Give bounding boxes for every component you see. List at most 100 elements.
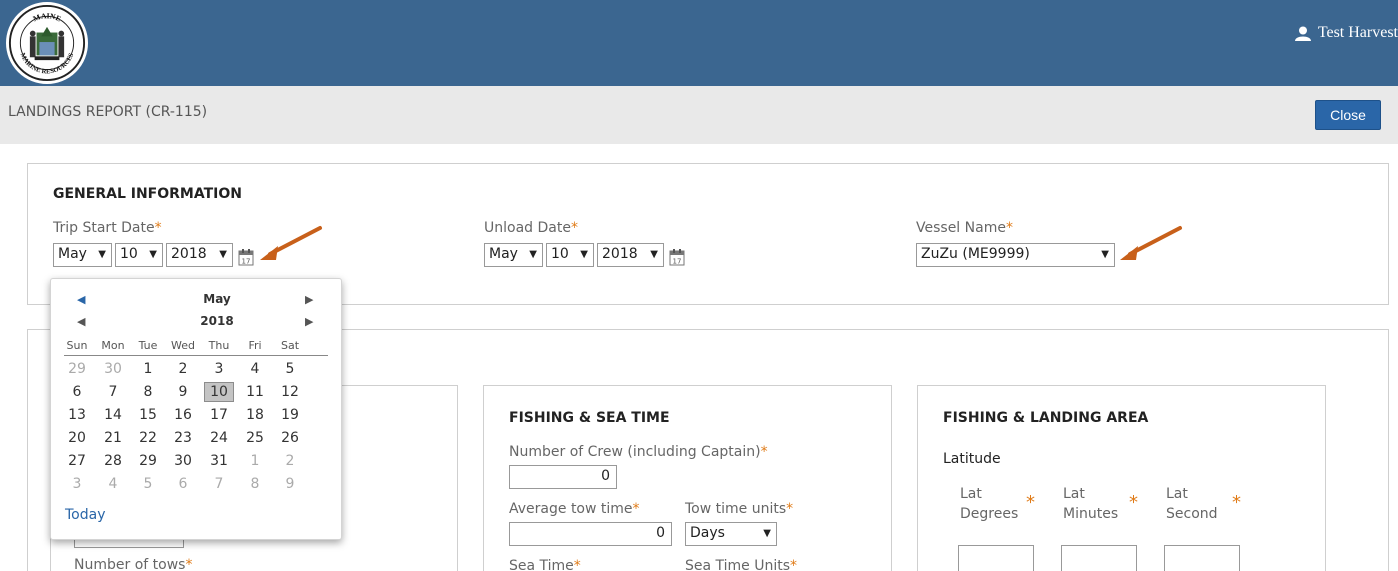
calendar-day[interactable]: 22: [133, 428, 163, 448]
trip-start-day-select[interactable]: 10 ▼: [115, 243, 163, 267]
chevron-down-icon: ▼: [1101, 249, 1109, 260]
calendar-day[interactable]: 16: [168, 405, 198, 425]
latitude-label: Latitude: [943, 451, 1001, 467]
unload-day-select[interactable]: 10 ▼: [546, 243, 594, 267]
calendar-day[interactable]: 6: [168, 474, 198, 494]
calendar-day[interactable]: 7: [204, 474, 234, 494]
close-button[interactable]: Close: [1315, 100, 1381, 130]
date-picker-popup: ◀ May ▶ ◀ 2018 ▶ Sun Mon Tue Wed Thu Fri Sat 2…: [50, 278, 342, 540]
general-information-heading: GENERAL INFORMATION: [53, 186, 242, 202]
user-menu[interactable]: Test Harvest: [1294, 24, 1398, 42]
trip-start-date-label: Trip Start Date*: [53, 220, 162, 236]
calendar-day[interactable]: 8: [133, 382, 163, 402]
calendar-day[interactable]: 27: [62, 451, 92, 471]
required-star: *: [760, 444, 768, 460]
calendar-day[interactable]: 23: [168, 428, 198, 448]
calendar-day[interactable]: 11: [240, 382, 270, 402]
calendar-day[interactable]: 26: [275, 428, 305, 448]
unload-year-select[interactable]: 2018 ▼: [597, 243, 664, 267]
calendar-day[interactable]: 28: [98, 451, 128, 471]
lat-degrees-input[interactable]: [958, 545, 1034, 571]
required-star: *: [1232, 492, 1241, 513]
calendar-day[interactable]: 18: [240, 405, 270, 425]
vessel-name-label: Vessel Name*: [916, 220, 1013, 236]
calendar-day[interactable]: 20: [62, 428, 92, 448]
calendar-icon[interactable]: 17: [238, 248, 254, 266]
calendar-day[interactable]: 17: [204, 405, 234, 425]
required-star: *: [185, 557, 193, 571]
calendar-day[interactable]: 2: [275, 451, 305, 471]
fishing-sea-time-heading: FISHING & SEA TIME: [509, 410, 670, 426]
trip-start-month-select[interactable]: May ▼: [53, 243, 112, 267]
maine-seal-logo[interactable]: MAINE MARINE RESOURCES: [6, 2, 88, 84]
unload-month-select[interactable]: May ▼: [484, 243, 543, 267]
calendar-day[interactable]: 21: [98, 428, 128, 448]
required-star: *: [790, 558, 798, 571]
calendar-day[interactable]: 25: [240, 428, 270, 448]
calendar-day[interactable]: 9: [275, 474, 305, 494]
calendar-day[interactable]: 5: [275, 359, 305, 379]
calendar-year-caption: 2018: [200, 314, 234, 328]
next-year-button[interactable]: ▶: [305, 315, 313, 328]
chevron-down-icon: ▼: [98, 249, 106, 260]
vessel-name-select[interactable]: ZuZu (ME9999) ▼: [916, 243, 1115, 267]
calendar-day[interactable]: 1: [240, 451, 270, 471]
required-star: *: [1129, 492, 1138, 513]
required-star: *: [570, 220, 578, 236]
sea-time-label: Sea Time*: [509, 558, 581, 571]
lat-minutes-input[interactable]: [1061, 545, 1137, 571]
weekday-header: Tue: [138, 339, 158, 352]
calendar-day[interactable]: 29: [133, 451, 163, 471]
tow-time-units-label: Tow time units*: [685, 501, 794, 517]
lat-minutes-label: Lat Minutes: [1063, 486, 1119, 522]
calendar-day[interactable]: 4: [98, 474, 128, 494]
calendar-day[interactable]: 5: [133, 474, 163, 494]
calendar-day[interactable]: 29: [62, 359, 92, 379]
calendar-day[interactable]: 6: [62, 382, 92, 402]
calendar-day[interactable]: 3: [62, 474, 92, 494]
page-title: LANDINGS REPORT (CR-115): [8, 104, 208, 120]
calendar-day[interactable]: 30: [98, 359, 128, 379]
calendar-day[interactable]: 19: [275, 405, 305, 425]
calendar-day[interactable]: 1: [133, 359, 163, 379]
calendar-day[interactable]: 2: [168, 359, 198, 379]
calendar-day[interactable]: 14: [98, 405, 128, 425]
annotation-arrow: [260, 226, 322, 260]
next-month-button[interactable]: ▶: [305, 293, 313, 306]
calendar-day[interactable]: 31: [204, 451, 234, 471]
weekday-header: Fri: [248, 339, 262, 352]
weekday-separator: [64, 355, 328, 356]
chevron-down-icon: ▼: [650, 249, 658, 260]
calendar-day[interactable]: 15: [133, 405, 163, 425]
prev-month-button[interactable]: ◀: [77, 293, 85, 306]
today-link[interactable]: Today: [65, 507, 106, 523]
calendar-day[interactable]: 9: [168, 382, 198, 402]
crew-count-input[interactable]: 0: [509, 465, 617, 489]
calendar-day[interactable]: 4: [240, 359, 270, 379]
average-tow-time-input[interactable]: 0: [509, 522, 672, 546]
chevron-down-icon: ▼: [149, 249, 157, 260]
calendar-day[interactable]: 30: [168, 451, 198, 471]
user-name: Test Harvest: [1317, 24, 1398, 41]
sea-time-units-label: Sea Time Units*: [685, 558, 797, 571]
calendar-day[interactable]: 24: [204, 428, 234, 448]
calendar-day[interactable]: 3: [204, 359, 234, 379]
lat-second-input[interactable]: [1164, 545, 1240, 571]
tow-time-units-select[interactable]: Days ▼: [685, 522, 777, 546]
calendar-day[interactable]: 8: [240, 474, 270, 494]
weekday-header: Wed: [171, 339, 195, 352]
required-star: *: [154, 220, 162, 236]
calendar-day[interactable]: 7: [98, 382, 128, 402]
calendar-day[interactable]: 12: [275, 382, 305, 402]
prev-year-button[interactable]: ◀: [77, 315, 85, 328]
fishing-landing-area-heading: FISHING & LANDING AREA: [943, 410, 1149, 426]
calendar-icon[interactable]: 17: [669, 248, 685, 266]
required-star: *: [1026, 492, 1035, 513]
calendar-day[interactable]: 13: [62, 405, 92, 425]
average-tow-time-label: Average tow time*: [509, 501, 640, 517]
trip-start-year-select[interactable]: 2018 ▼: [166, 243, 233, 267]
chevron-down-icon: ▼: [580, 249, 588, 260]
weekday-header: Mon: [101, 339, 125, 352]
svg-text:17: 17: [242, 258, 251, 266]
calendar-day[interactable]: 10: [204, 382, 234, 402]
